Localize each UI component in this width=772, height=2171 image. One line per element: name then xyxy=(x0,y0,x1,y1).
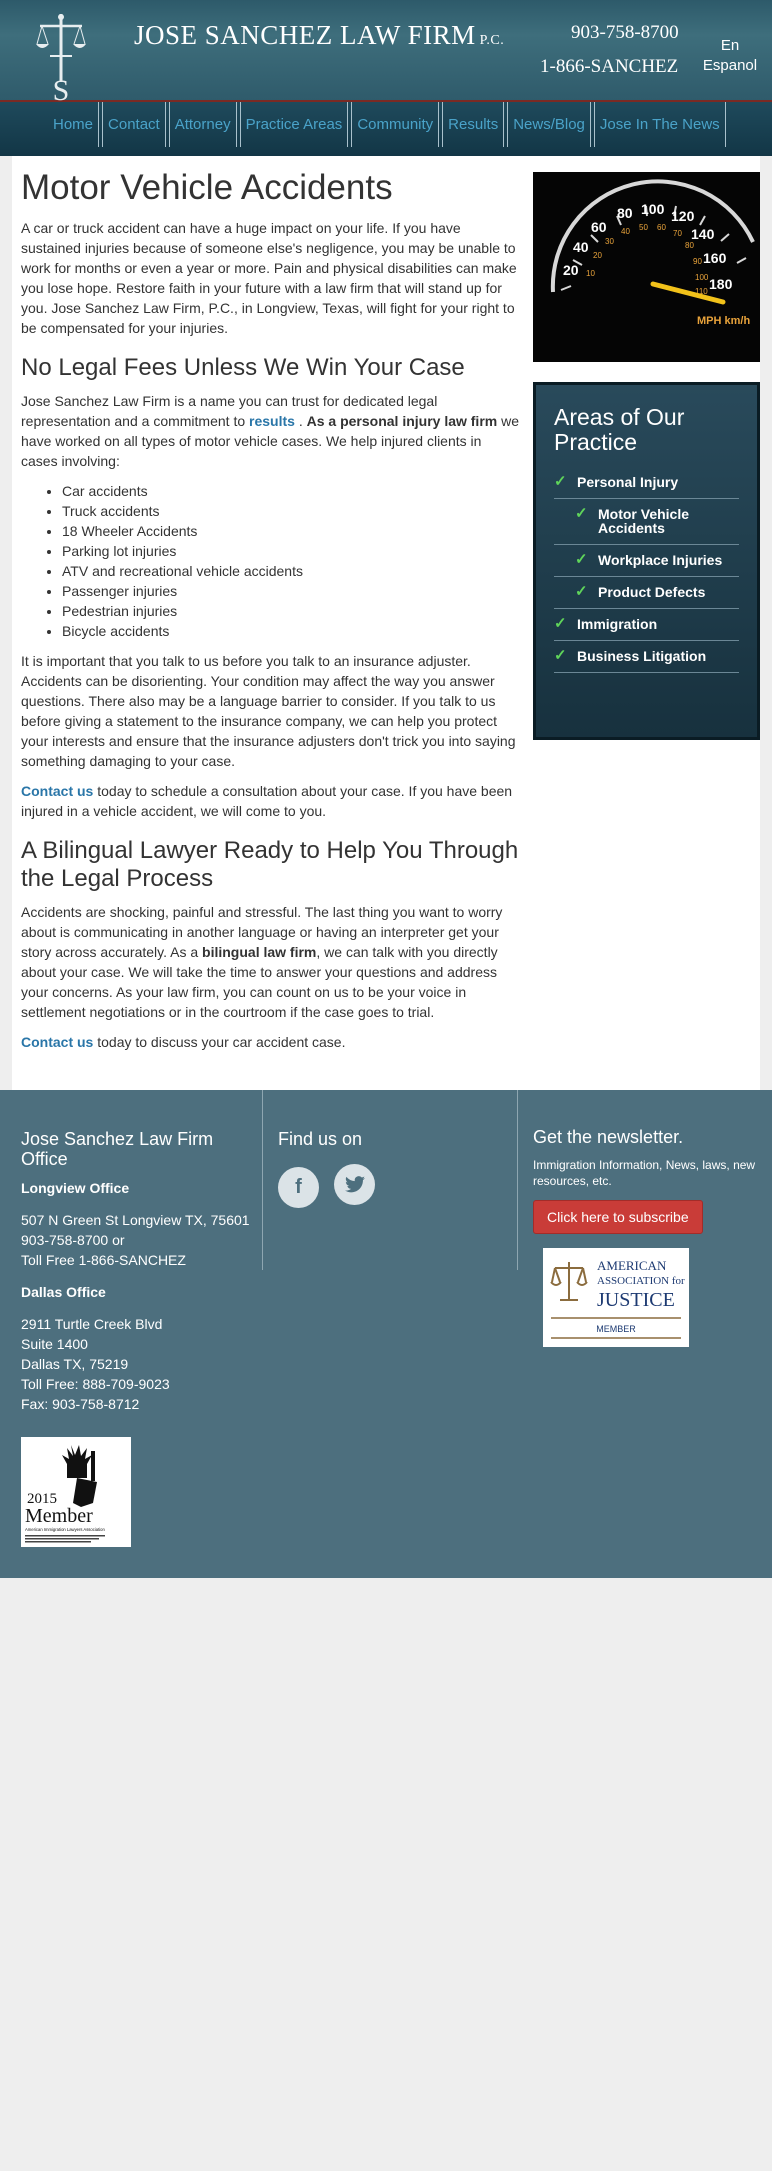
phone-number[interactable]: 903-758-8700 xyxy=(571,22,679,44)
contact-paragraph: Contact us today to discuss your car acc… xyxy=(21,1034,346,1050)
svg-text:AMERICAN: AMERICAN xyxy=(597,1258,667,1273)
nav-item-contact[interactable]: Contact xyxy=(102,102,166,147)
main-nav: Home Contact Attorney Practice Areas Com… xyxy=(0,102,772,156)
svg-text:JUSTICE: JUSTICE xyxy=(597,1289,675,1311)
svg-text:S: S xyxy=(53,74,70,104)
svg-text:60: 60 xyxy=(657,223,666,232)
nav-item-jose-in-the-news[interactable]: Jose In The News xyxy=(593,102,726,147)
practice-item-motor-vehicle-accidents[interactable]: ✓ Motor Vehicle Accidents xyxy=(554,499,739,545)
facebook-icon[interactable]: f xyxy=(278,1167,319,1208)
newsletter-section: Get the newsletter. Immigration Informat… xyxy=(533,1127,758,1234)
svg-text:40: 40 xyxy=(573,239,589,255)
insurance-paragraph: It is important that you talk to us befo… xyxy=(21,653,516,769)
list-item: Pedestrian injuries xyxy=(62,601,521,621)
practice-title: Areas of Our Practice xyxy=(554,404,685,455)
svg-text:50: 50 xyxy=(639,223,648,232)
site-footer: Jose Sanchez Law Firm Office Longview Of… xyxy=(0,1090,772,1578)
practice-item-product-defects[interactable]: ✓ Product Defects xyxy=(554,577,739,609)
svg-text:10: 10 xyxy=(586,269,595,278)
footer-office-title: Jose Sanchez Law Firm Office xyxy=(21,1129,214,1169)
case-types-list: Car accidents Truck accidents 18 Wheeler… xyxy=(62,481,521,641)
nav-item-community[interactable]: Community xyxy=(351,102,440,147)
svg-text:100: 100 xyxy=(695,273,709,282)
svg-text:30: 30 xyxy=(605,237,614,246)
longview-office-label: Longview Office xyxy=(21,1180,130,1196)
svg-text:140: 140 xyxy=(691,226,715,242)
list-item: 18 Wheeler Accidents xyxy=(62,521,521,541)
check-icon: ✓ xyxy=(554,615,567,632)
speedometer-image: 20 40 60 80 100 120 140 160 180 102030 4… xyxy=(533,172,760,362)
practice-item-personal-injury[interactable]: ✓ Personal Injury xyxy=(554,467,739,499)
svg-text:ASSOCIATION for: ASSOCIATION for xyxy=(597,1275,685,1287)
svg-text:80: 80 xyxy=(685,241,694,250)
nav-item-news-blog[interactable]: News/Blog xyxy=(507,102,591,147)
svg-text:160: 160 xyxy=(703,250,727,266)
practice-item-business-litigation[interactable]: ✓ Business Litigation xyxy=(554,641,739,673)
find-us-title: Find us on xyxy=(278,1129,363,1149)
svg-text:90: 90 xyxy=(693,257,702,266)
section-heading-bilingual: A Bilingual Lawyer Ready to Help You Thr… xyxy=(21,837,519,892)
intro-paragraph: A car or truck accident can have a huge … xyxy=(21,220,517,336)
twitter-icon[interactable] xyxy=(334,1164,376,1205)
dallas-office-label: Dallas Office xyxy=(21,1284,106,1300)
site-header: S JOSE SANCHEZ LAW FIRM P.C. 903-758-8700… xyxy=(0,0,772,104)
check-icon: ✓ xyxy=(575,583,588,600)
nav-item-practice-areas[interactable]: Practice Areas xyxy=(239,102,349,147)
aaj-member-logo[interactable]: AMERICAN ASSOCIATION for JUSTICE MEMBER xyxy=(543,1248,689,1347)
svg-text:Member: Member xyxy=(25,1505,93,1527)
language-toggle-link[interactable]: En Espanol xyxy=(700,36,760,76)
nav-item-home[interactable]: Home xyxy=(48,102,100,147)
firm-name[interactable]: JOSE SANCHEZ LAW FIRM P.C. xyxy=(134,20,504,51)
svg-text:MEMBER: MEMBER xyxy=(596,1324,636,1334)
svg-text:20: 20 xyxy=(563,262,579,278)
list-item: Passenger injuries xyxy=(62,581,521,601)
practice-item-immigration[interactable]: ✓ Immigration xyxy=(554,609,739,641)
toll-free-number[interactable]: 1-866-SANCHEZ xyxy=(540,56,678,78)
list-item: Car accidents xyxy=(62,481,521,501)
check-icon: ✓ xyxy=(575,551,588,568)
svg-text:MPH km/h: MPH km/h xyxy=(697,315,750,327)
svg-text:40: 40 xyxy=(621,227,630,236)
svg-text:70: 70 xyxy=(673,229,682,238)
nav-item-attorney[interactable]: Attorney xyxy=(168,102,237,147)
newsletter-title: Get the newsletter. xyxy=(533,1127,684,1147)
practice-item-workplace-injuries[interactable]: ✓ Workplace Injuries xyxy=(554,545,739,577)
nav-item-results[interactable]: Results xyxy=(442,102,505,147)
svg-text:100: 100 xyxy=(641,201,665,217)
aila-member-badge: 2015 Member American Immigration Lawyers… xyxy=(21,1437,131,1547)
footer-divider xyxy=(262,1090,263,1270)
svg-text:20: 20 xyxy=(593,251,602,260)
contact-paragraph: Contact us today to schedule a consultat… xyxy=(21,783,513,819)
svg-text:180: 180 xyxy=(709,276,733,292)
footer-divider xyxy=(517,1090,518,1270)
scales-logo-icon[interactable]: S xyxy=(36,12,86,104)
bilingual-paragraph: Accidents are shocking, painful and stre… xyxy=(21,904,503,1020)
page-title: Motor Vehicle Accidents xyxy=(21,168,393,207)
check-icon: ✓ xyxy=(554,647,567,664)
office-info: Jose Sanchez Law Firm Office Longview Of… xyxy=(21,1129,251,1426)
article: Motor Vehicle Accidents A car or truck a… xyxy=(21,166,521,1062)
svg-text:80: 80 xyxy=(617,205,633,221)
svg-text:60: 60 xyxy=(591,219,607,235)
check-icon: ✓ xyxy=(554,473,567,490)
svg-text:American Immigration Lawyers A: American Immigration Lawyers Association xyxy=(25,1527,105,1532)
longview-address: 507 N Green St Longview TX, 75601 903-75… xyxy=(21,1212,250,1268)
list-item: Parking lot injuries xyxy=(62,541,521,561)
practice-areas-panel: Areas of Our Practice ✓ Personal Injury ✓… xyxy=(533,382,760,740)
contact-us-link[interactable]: Contact us xyxy=(21,783,93,799)
main-content-area: Motor Vehicle Accidents A car or truck a… xyxy=(12,156,760,1090)
dallas-address: 2911 Turtle Creek Blvd Suite 1400 Dallas… xyxy=(21,1316,170,1412)
list-item: Bicycle accidents xyxy=(62,621,521,641)
svg-text:120: 120 xyxy=(671,208,695,224)
list-item: Truck accidents xyxy=(62,501,521,521)
subscribe-button[interactable]: Click here to subscribe xyxy=(533,1200,703,1234)
check-icon: ✓ xyxy=(575,505,588,522)
newsletter-description: Immigration Information, News, laws, new… xyxy=(533,1158,756,1188)
social-section: Find us on f xyxy=(278,1129,386,1208)
contact-us-link[interactable]: Contact us xyxy=(21,1034,93,1050)
list-item: ATV and recreational vehicle accidents xyxy=(62,561,521,581)
results-link[interactable]: results xyxy=(249,413,295,429)
fees-paragraph: Jose Sanchez Law Firm is a name you can … xyxy=(21,393,520,469)
section-heading-fees: No Legal Fees Unless We Win Your Case xyxy=(21,354,465,381)
